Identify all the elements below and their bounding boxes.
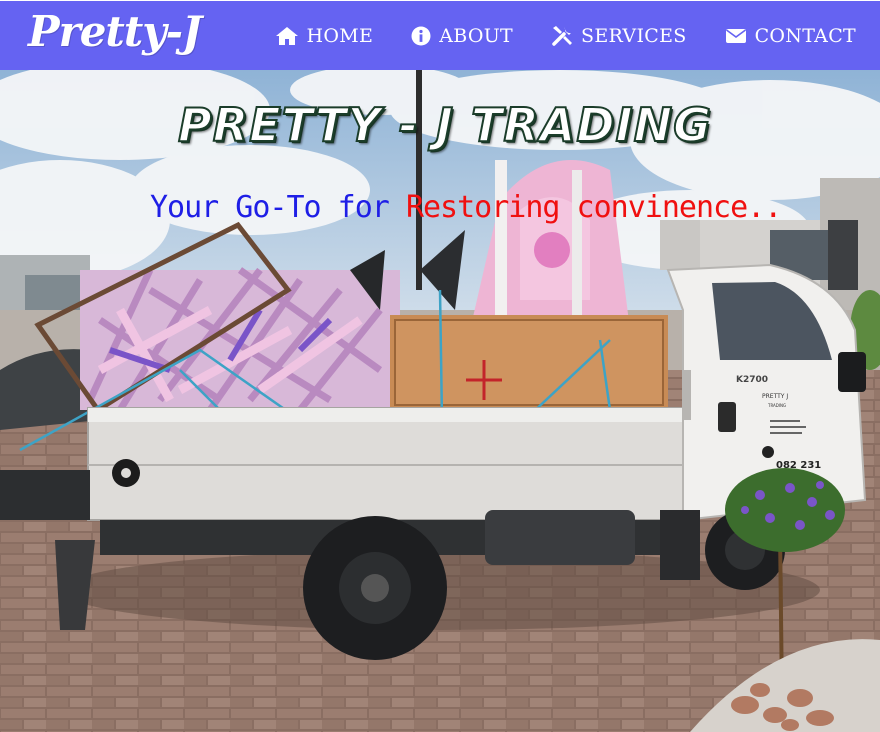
site-logo[interactable]: Pretty-J bbox=[28, 7, 202, 56]
nav-about[interactable]: ABOUT bbox=[411, 25, 513, 47]
nav-services[interactable]: SERVICES bbox=[551, 25, 687, 47]
nav-contact-label: CONTACT bbox=[754, 25, 856, 47]
nav-home[interactable]: HOME bbox=[275, 25, 374, 47]
nav-home-label: HOME bbox=[306, 25, 374, 47]
hero-title: PRETTY - J TRADING bbox=[177, 97, 712, 153]
nav-about-label: ABOUT bbox=[439, 25, 514, 47]
truck-door-brand: PRETTY J bbox=[762, 393, 788, 400]
hero-banner: K2700 PRETTY J TRADING 082 231 PRETTY - … bbox=[0, 70, 880, 732]
truck-door-sub: TRADING bbox=[767, 403, 786, 408]
hero-tagline: Your Go-To for Restoring convinence.. bbox=[150, 190, 782, 225]
home-icon bbox=[275, 26, 299, 46]
main-nav: HOME ABOUT SERVICES CONTACT bbox=[275, 1, 856, 71]
envelope-icon bbox=[725, 27, 747, 45]
truck-model-text: K2700 bbox=[736, 375, 768, 385]
hero-image: K2700 PRETTY J TRADING 082 231 bbox=[0, 70, 880, 732]
info-icon bbox=[411, 26, 431, 46]
navbar: Pretty-J HOME ABOUT SERVICES CONTACT bbox=[0, 0, 880, 70]
tools-icon bbox=[551, 25, 573, 47]
tagline-part-2: Restoring convinence.. bbox=[405, 190, 782, 225]
nav-services-label: SERVICES bbox=[581, 25, 687, 47]
nav-contact[interactable]: CONTACT bbox=[725, 25, 856, 47]
tagline-part-1: Your Go-To for bbox=[150, 190, 390, 225]
